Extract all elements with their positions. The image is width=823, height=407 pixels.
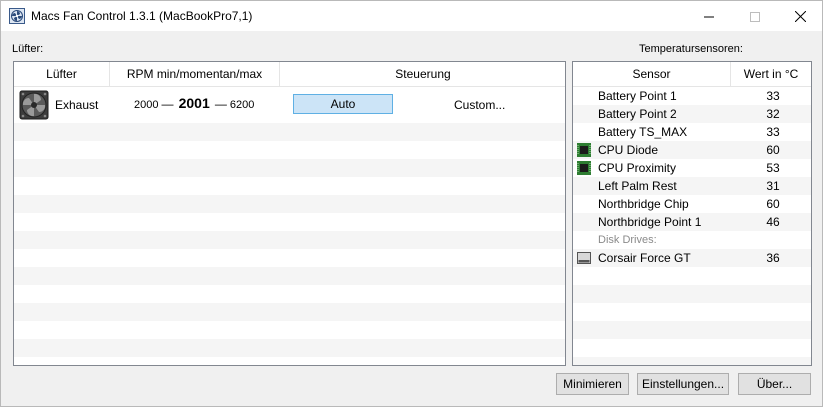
row-stripe	[14, 123, 565, 141]
sensor-row[interactable]: CPU Proximity 53	[573, 159, 811, 177]
sensor-name: Battery Point 1	[598, 89, 677, 103]
sensor-row[interactable]: Corsair Force GT 36	[573, 249, 811, 267]
row-stripe	[14, 231, 565, 249]
row-stripe	[14, 339, 565, 357]
rpm-max: 6200	[229, 99, 255, 111]
fan-app-icon	[9, 8, 25, 24]
sensor-value: 36	[766, 251, 780, 265]
row-stripe	[573, 267, 811, 285]
fan-rpm: 2000 — 2001 — 6200	[134, 95, 284, 111]
title-bar: Macs Fan Control 1.3.1 (MacBookPro7,1)	[0, 0, 823, 31]
chip-icon	[577, 143, 591, 157]
chip-icon	[577, 161, 591, 175]
sensor-value: 33	[766, 89, 780, 103]
sensor-name: Northbridge Point 1	[598, 215, 702, 229]
row-stripe	[573, 285, 811, 303]
row-stripe	[573, 357, 811, 365]
fan-icon	[19, 90, 49, 120]
rpm-separator: —	[161, 97, 174, 111]
row-stripe	[14, 159, 565, 177]
sensor-row[interactable]: Northbridge Chip 60	[573, 195, 811, 213]
sensor-value: 33	[766, 125, 780, 139]
rpm-current: 2001	[178, 95, 210, 111]
row-stripe	[14, 195, 565, 213]
rpm-separator: —	[214, 97, 227, 111]
column-header-control[interactable]: Steuerung	[280, 62, 565, 87]
window-title: Macs Fan Control 1.3.1 (MacBookPro7,1)	[31, 9, 253, 23]
settings-button[interactable]: Einstellungen...	[637, 373, 729, 395]
fan-name: Exhaust	[55, 98, 99, 112]
sensor-value: 60	[766, 143, 780, 157]
fan-row[interactable]: Exhaust 2000 — 2001 — 6200 Auto Custom..…	[14, 87, 565, 123]
column-header-fan[interactable]: Lüfter	[14, 62, 110, 87]
window-maximize-button[interactable]	[732, 1, 778, 32]
sensor-group-label: Disk Drives:	[598, 234, 657, 246]
maximize-icon	[750, 11, 760, 22]
window-minimize-button[interactable]	[686, 1, 732, 32]
sensor-name: Corsair Force GT	[598, 251, 691, 265]
sensor-value: 32	[766, 107, 780, 121]
sensor-row[interactable]: Battery Point 2 32	[573, 105, 811, 123]
sensor-list-header: Sensor Wert in °C	[573, 62, 811, 87]
sensor-name: CPU Proximity	[598, 161, 677, 175]
sensor-row[interactable]: Battery TS_MAX 33	[573, 123, 811, 141]
custom-button[interactable]: Custom...	[454, 98, 505, 112]
sensor-value: 31	[766, 179, 780, 193]
column-header-rpm[interactable]: RPM min/momentan/max	[110, 62, 280, 87]
minimize-button[interactable]: Minimieren	[556, 373, 629, 395]
column-header-value[interactable]: Wert in °C	[731, 62, 811, 87]
sensor-value: 60	[766, 197, 780, 211]
row-stripe	[573, 303, 811, 321]
sensors-section-label: Temperatursensoren:	[639, 43, 743, 55]
sensor-name: Battery TS_MAX	[598, 125, 688, 139]
column-header-sensor[interactable]: Sensor	[573, 62, 731, 87]
row-stripe	[573, 321, 811, 339]
row-stripe	[14, 267, 565, 285]
rpm-min: 2000	[134, 99, 159, 111]
sensor-value: 46	[766, 215, 780, 229]
about-button[interactable]: Über...	[738, 373, 811, 395]
window-close-button[interactable]	[777, 1, 823, 32]
fans-section-label: Lüfter:	[12, 43, 44, 55]
close-icon	[794, 11, 806, 22]
minimize-icon	[704, 16, 714, 17]
sensor-row[interactable]: Left Palm Rest 31	[573, 177, 811, 195]
fan-list-header: Lüfter RPM min/momentan/max Steuerung	[14, 62, 565, 87]
row-stripe	[14, 303, 565, 321]
disk-icon	[577, 252, 591, 264]
sensor-name: Northbridge Chip	[598, 197, 689, 211]
main-content: Lüfter: Temperatursensoren: Lüfter RPM m…	[0, 31, 823, 407]
sensor-row[interactable]: Battery Point 1 33	[573, 87, 811, 105]
fan-list[interactable]: Lüfter RPM min/momentan/max Steuerung Ex…	[13, 61, 566, 366]
sensor-row[interactable]: Northbridge Point 1 46	[573, 213, 811, 231]
sensor-row[interactable]: CPU Diode 60	[573, 141, 811, 159]
sensor-group-header: Disk Drives:	[573, 231, 811, 249]
auto-button[interactable]: Auto	[293, 94, 393, 114]
sensor-value: 53	[766, 161, 780, 175]
sensor-name: Left Palm Rest	[598, 179, 677, 193]
sensor-name: CPU Diode	[598, 143, 659, 157]
row-stripe	[573, 339, 811, 357]
sensor-list[interactable]: Sensor Wert in °C Battery Point 1 33 Batte…	[572, 61, 812, 366]
sensor-name: Battery Point 2	[598, 107, 677, 121]
